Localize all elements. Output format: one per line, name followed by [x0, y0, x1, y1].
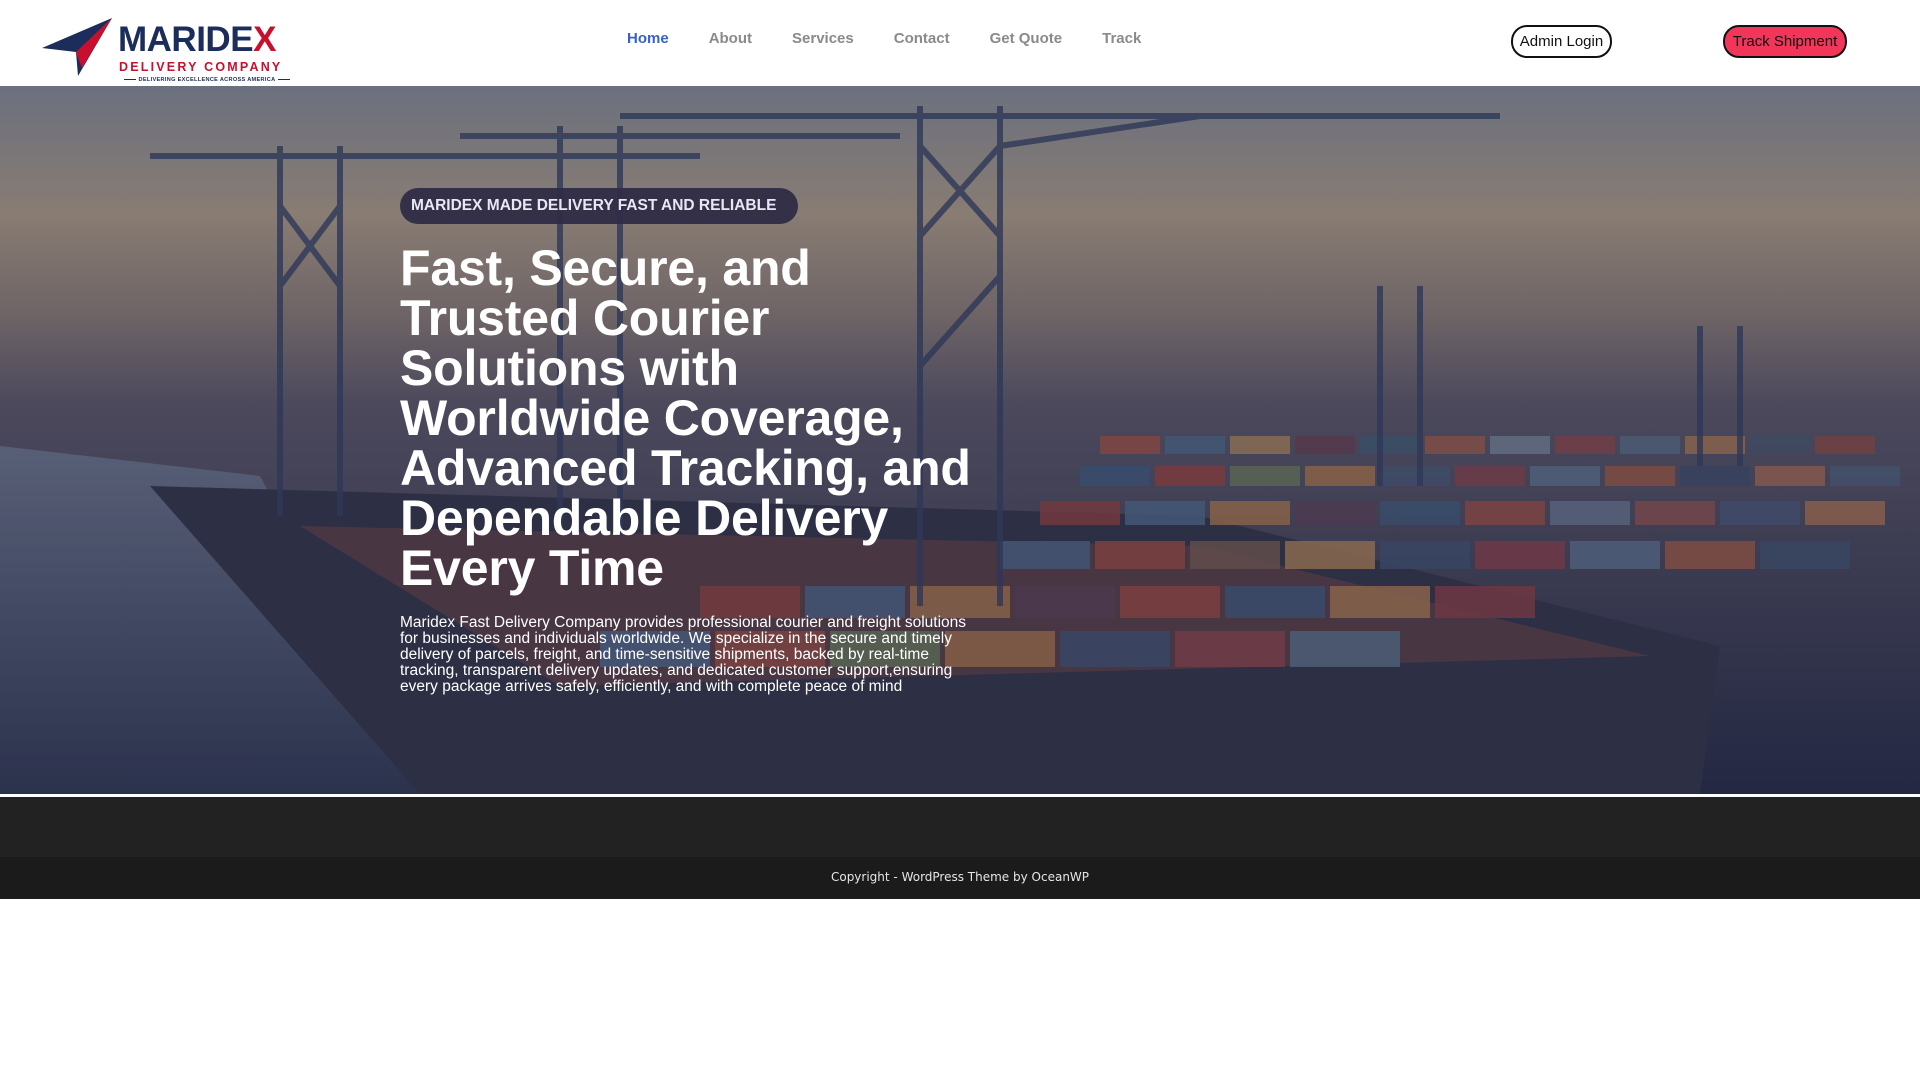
footer-copyright: Copyright - WordPress Theme by OceanWP [830, 870, 1090, 884]
logo-tagline: DELIVERING EXCELLENCE ACROSS AMERICA [119, 77, 295, 84]
nav-home[interactable]: Home [627, 29, 669, 49]
main-nav: Home About Services Contact Get Quote Tr… [627, 29, 1181, 49]
logo-subtitle: DELIVERY COMPANY [119, 60, 283, 74]
hero-description: Maridex Fast Delivery Company provides p… [400, 614, 967, 695]
site-logo[interactable]: MARIDEX DELIVERY COMPANY DELIVERING EXCE… [42, 16, 304, 86]
hero-badge-text: MARIDEX MADE DELIVERY FAST AND RELIABLE [411, 197, 777, 214]
hero-title-line: Every Time [400, 540, 664, 596]
hero-title-line: Worldwide Coverage, [400, 390, 904, 446]
hero-title-line: Fast, Secure, and [400, 240, 811, 296]
nav-services[interactable]: Services [792, 29, 854, 49]
logo-arrow-icon [42, 18, 112, 76]
hero-title-line: Advanced Tracking, and [400, 440, 971, 496]
nav-track[interactable]: Track [1102, 29, 1141, 49]
nav-about[interactable]: About [709, 29, 752, 49]
nav-contact[interactable]: Contact [894, 29, 950, 49]
hero-title-line: Dependable Delivery [400, 490, 889, 546]
admin-login-button[interactable]: Admin Login [1511, 25, 1612, 58]
hero-title-line: Solutions with [400, 340, 739, 396]
site-header: MARIDEX DELIVERY COMPANY DELIVERING EXCE… [0, 0, 1920, 86]
hero-title-line: Trusted Courier [400, 290, 770, 346]
track-shipment-button[interactable]: Track Shipment [1723, 25, 1847, 58]
nav-get-quote[interactable]: Get Quote [990, 29, 1063, 49]
hero-title: Fast, Secure, and Trusted Courier Soluti… [400, 243, 1000, 593]
footer-widgets [0, 797, 1920, 857]
logo-name: MARIDEX [118, 20, 276, 59]
